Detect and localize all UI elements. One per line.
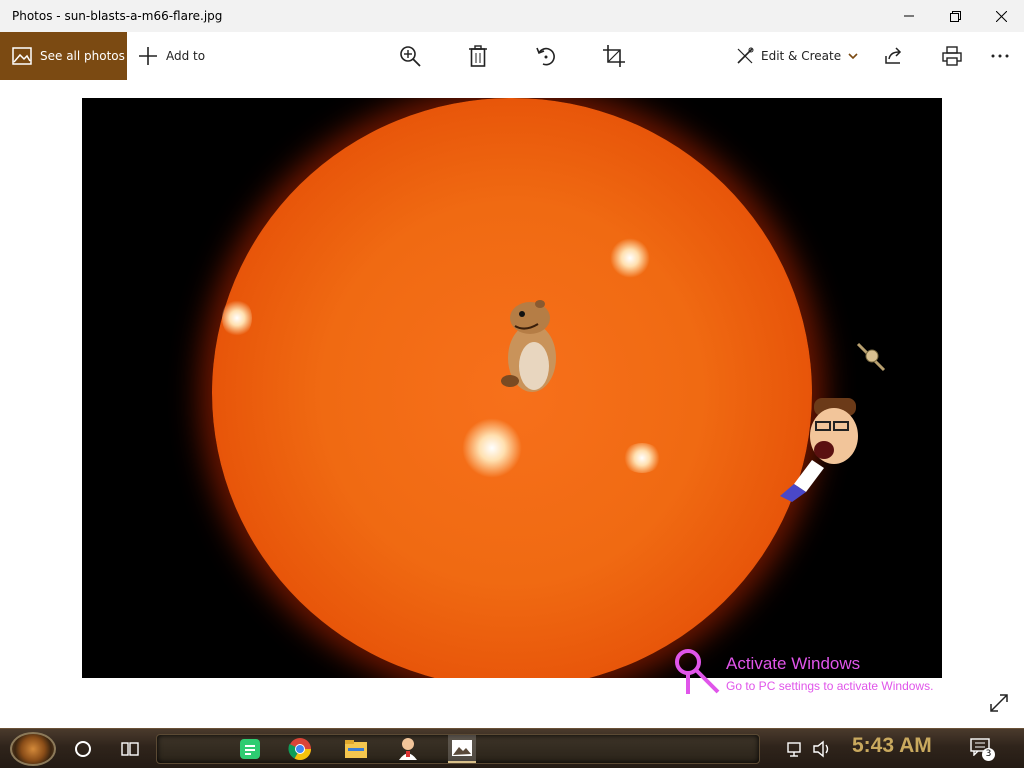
plus-icon: [139, 47, 157, 65]
taskbar-app-chrome[interactable]: [286, 735, 314, 763]
fullscreen-button[interactable]: [988, 692, 1012, 716]
file-explorer-icon: [345, 740, 367, 758]
taskbar-app-file-explorer[interactable]: [342, 735, 370, 763]
share-button[interactable]: [882, 44, 906, 68]
task-view-icon[interactable]: [120, 739, 140, 759]
user-app-icon: [399, 738, 417, 760]
edit-create-label: Edit & Create: [761, 49, 842, 63]
crop-button[interactable]: [602, 44, 626, 68]
activate-windows-subtitle: Go to PC settings to activate Windows.: [726, 679, 934, 693]
share-icon: [885, 47, 902, 64]
print-icon: [942, 46, 962, 66]
photo-view[interactable]: [82, 98, 942, 678]
window-title: Photos - sun-blasts-a-m66-flare.jpg: [12, 9, 223, 23]
edit-create-icon: [737, 47, 754, 64]
see-all-photos-button[interactable]: See all photos: [0, 32, 127, 80]
solar-flare: [462, 418, 522, 478]
delete-icon: [469, 45, 487, 67]
cortana-icon[interactable]: [74, 740, 92, 758]
zoom-button[interactable]: [398, 44, 422, 68]
title-bar: Photos - sun-blasts-a-m66-flare.jpg: [0, 0, 1024, 32]
rotate-icon: [536, 47, 555, 66]
solar-flare: [222, 298, 252, 338]
close-button[interactable]: [978, 0, 1024, 32]
taskbar-app-user[interactable]: [394, 735, 422, 763]
taskbar-clock[interactable]: 5:43 AM: [852, 734, 932, 758]
more-icon: [991, 54, 1009, 58]
add-to-button[interactable]: Add to: [138, 32, 205, 80]
volume-icon[interactable]: [812, 739, 832, 759]
taskbar-app-photos[interactable]: [448, 735, 476, 763]
see-all-photos-label: See all photos: [40, 49, 125, 63]
photos-app-icon: [452, 740, 472, 756]
activate-windows-title: Activate Windows: [726, 654, 861, 673]
start-button[interactable]: [10, 732, 56, 766]
key-icon: [675, 649, 720, 694]
restore-icon: [949, 10, 961, 22]
maximize-button[interactable]: [932, 0, 978, 32]
minimize-icon: [904, 15, 914, 17]
crop-icon: [603, 45, 625, 67]
add-to-label: Add to: [166, 49, 206, 63]
cartoon-man-sticker: [780, 398, 858, 502]
rotate-button[interactable]: [534, 44, 558, 68]
hamster-sticker: [501, 300, 556, 392]
minimize-button[interactable]: [886, 0, 932, 32]
more-options-button[interactable]: [988, 44, 1012, 68]
chevron-down-icon: [848, 53, 858, 59]
taskbar: 5:43 AM 3: [0, 728, 1024, 768]
notes-app-icon: [240, 739, 260, 759]
action-center-button[interactable]: 3: [970, 738, 995, 761]
edit-create-button[interactable]: Edit & Create: [736, 32, 858, 80]
chrome-icon: [288, 738, 311, 760]
zoom-icon: [400, 46, 421, 67]
taskbar-app-notes[interactable]: [236, 735, 264, 763]
delete-button[interactable]: [466, 44, 490, 68]
notification-count-badge: 3: [982, 748, 995, 761]
satellite-sticker: [856, 342, 886, 372]
network-icon[interactable]: [786, 739, 806, 759]
print-button[interactable]: [940, 44, 964, 68]
activate-windows-watermark: Activate Windows Go to PC settings to ac…: [672, 646, 992, 696]
expand-icon: [990, 694, 1008, 712]
gallery-icon: [12, 47, 32, 65]
photo-toolbar: See all photos Add to Edit & Create: [0, 32, 1024, 80]
close-icon: [995, 10, 1007, 22]
solar-flare: [610, 238, 650, 278]
solar-flare: [622, 443, 662, 473]
